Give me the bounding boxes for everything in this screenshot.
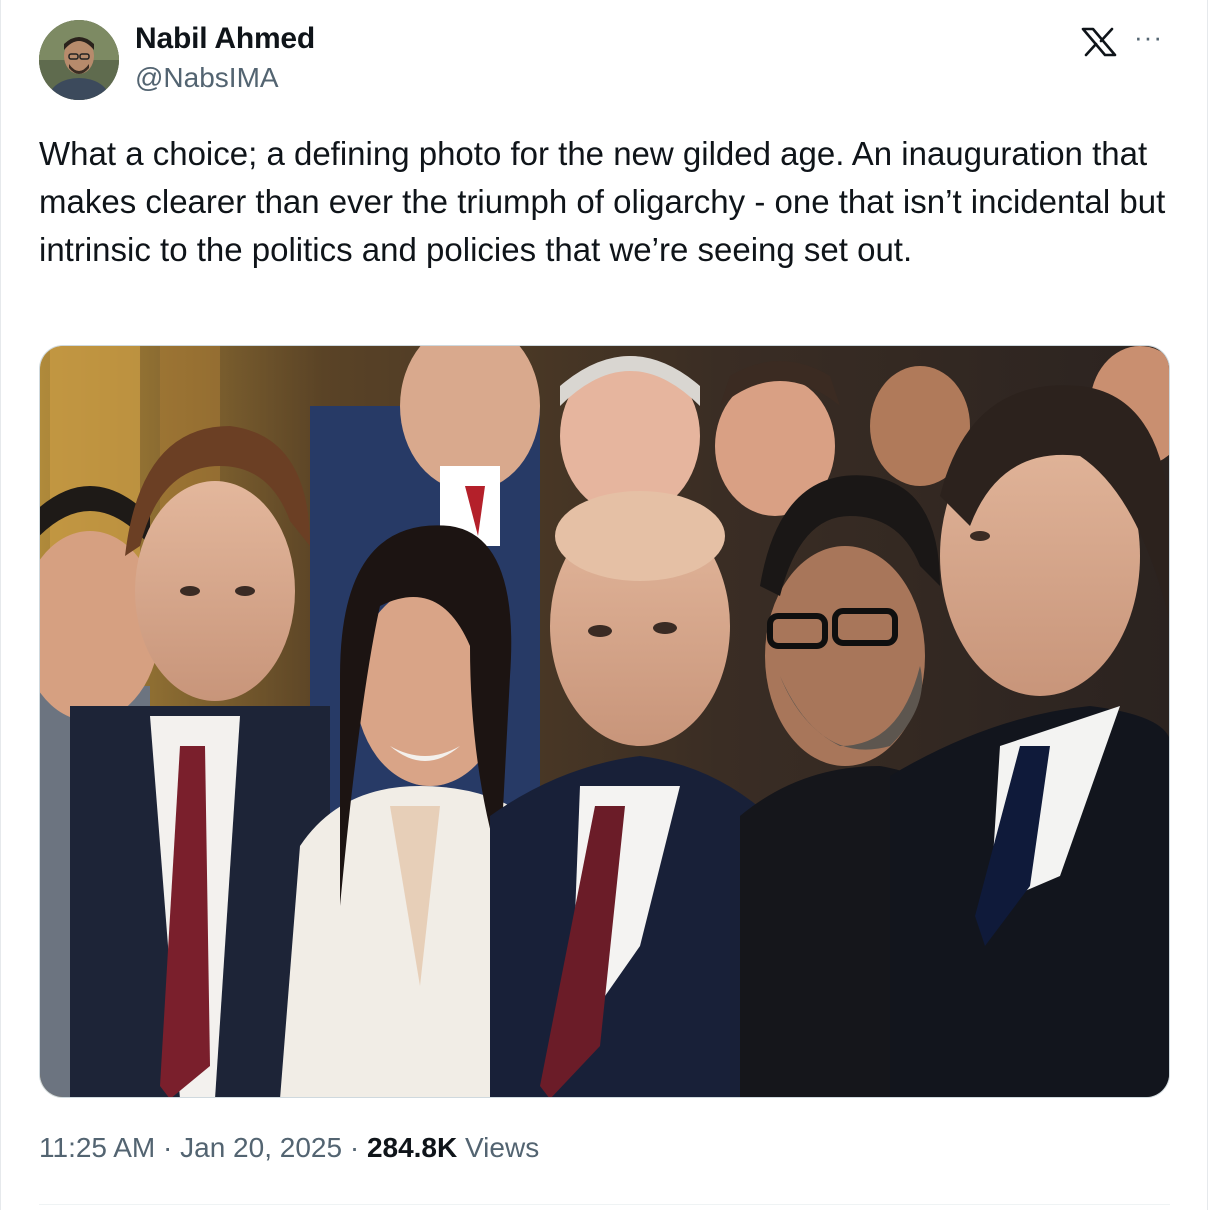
divider (39, 1204, 1170, 1205)
meta-separator: · (155, 1132, 181, 1163)
avatar-image (39, 20, 119, 100)
more-options-icon[interactable]: ··· (1134, 22, 1163, 53)
photo-image (40, 346, 1169, 1097)
tweet-date[interactable]: Jan 20, 2025 (180, 1132, 342, 1163)
meta-separator: · (342, 1132, 367, 1163)
views-label: Views (465, 1132, 540, 1163)
author-handle[interactable]: @NabsIMA (135, 62, 279, 94)
tweet-photo[interactable] (39, 345, 1170, 1098)
author-display-name[interactable]: Nabil Ahmed (135, 22, 315, 56)
tweet-meta: 11:25 AM · Jan 20, 2025 · 284.8K Views (39, 1132, 539, 1164)
tweet-card: Nabil Ahmed @NabsIMA ··· What a choice; … (0, 0, 1208, 1210)
views-count: 284.8K (366, 1132, 458, 1163)
tweet-time[interactable]: 11:25 AM (39, 1132, 155, 1163)
author-avatar[interactable] (39, 20, 119, 100)
x-logo-icon[interactable] (1081, 26, 1117, 58)
tweet-text: What a choice; a defining photo for the … (39, 135, 1166, 268)
